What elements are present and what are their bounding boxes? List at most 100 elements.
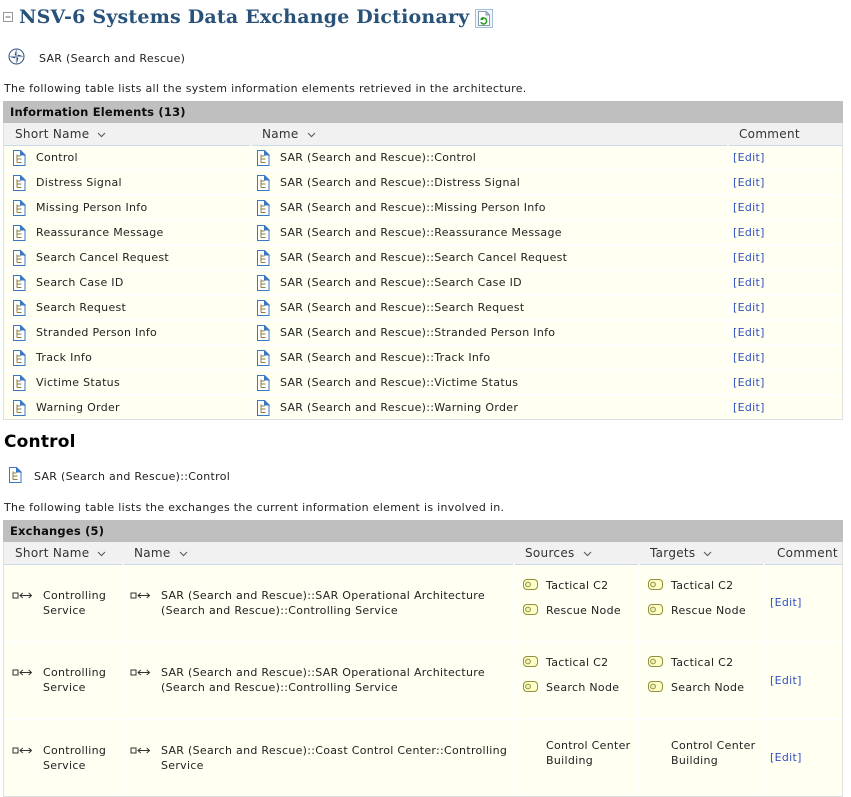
column-header-sources[interactable]: Sources xyxy=(514,542,639,565)
info-element-short-name: Search Case ID xyxy=(36,276,124,289)
document-icon xyxy=(12,375,26,391)
edit-comment-link[interactable]: [Edit] xyxy=(733,176,765,189)
target-item: Search Node xyxy=(640,680,763,695)
info-element-name: SAR (Search and Rescue)::Search Case ID xyxy=(280,276,522,289)
sort-icon[interactable] xyxy=(97,127,106,141)
page-title: NSV-6 Systems Data Exchange Dictionary xyxy=(19,5,469,29)
info-elements-intro: The following table lists all the system… xyxy=(4,82,843,95)
info-element-row: Stranded Person InfoSAR (Search and Resc… xyxy=(4,320,842,345)
document-icon xyxy=(12,175,26,191)
document-icon xyxy=(8,467,22,486)
architecture-subject-label: SAR (Search and Rescue) xyxy=(39,52,185,65)
exchange-short-name: Controlling Service xyxy=(43,665,122,695)
exchange-short-name: Controlling Service xyxy=(43,743,122,773)
edit-comment-link[interactable]: [Edit] xyxy=(733,326,765,339)
column-header-short-name[interactable]: Short Name xyxy=(4,542,123,565)
info-element-name: SAR (Search and Rescue)::Victime Status xyxy=(280,376,518,389)
edit-comment-link[interactable]: [Edit] xyxy=(733,351,765,364)
source-label: Rescue Node xyxy=(546,603,621,618)
target-label: Tactical C2 xyxy=(671,655,733,670)
info-element-row: Reassurance MessageSAR (Search and Rescu… xyxy=(4,220,842,245)
edit-comment-link[interactable]: [Edit] xyxy=(770,751,802,764)
source-label: Tactical C2 xyxy=(546,578,608,593)
column-header-short-name[interactable]: Short Name xyxy=(4,123,251,146)
source-item: Control Center Building xyxy=(515,738,638,768)
edit-comment-link[interactable]: [Edit] xyxy=(733,276,765,289)
info-element-name: SAR (Search and Rescue)::Stranded Person… xyxy=(280,326,555,339)
exchange-name: SAR (Search and Rescue)::Coast Control C… xyxy=(161,743,513,773)
sort-icon[interactable] xyxy=(703,546,712,560)
info-element-short-name: Search Cancel Request xyxy=(36,251,169,264)
exchange-arrow-icon xyxy=(12,667,33,678)
information-elements-caption: Information Elements (13) xyxy=(3,101,843,123)
sort-icon[interactable] xyxy=(179,546,188,560)
collapse-icon[interactable] xyxy=(3,12,13,25)
sort-icon[interactable] xyxy=(97,546,106,560)
info-element-name: SAR (Search and Rescue)::Missing Person … xyxy=(280,201,546,214)
architecture-subject: SAR (Search and Rescue) xyxy=(8,49,843,67)
document-icon xyxy=(256,200,270,216)
information-elements-table: Information Elements (13) Short Name Nam… xyxy=(3,101,843,420)
info-element-name: SAR (Search and Rescue)::Search Request xyxy=(280,301,524,314)
exchange-short-name: Controlling Service xyxy=(43,588,122,618)
exchange-row: Controlling Service SAR (Search and Rescu… xyxy=(4,642,842,719)
exchange-name: SAR (Search and Rescue)::SAR Operational… xyxy=(161,665,513,695)
document-icon xyxy=(256,325,270,341)
edit-comment-link[interactable]: [Edit] xyxy=(770,596,802,609)
column-header-targets[interactable]: Targets xyxy=(639,542,764,565)
column-header-comment: Comment xyxy=(764,542,842,565)
exchange-row: Controlling Service SAR (Search and Rescu… xyxy=(4,565,842,642)
info-element-row: ControlSAR (Search and Rescue)::Control[… xyxy=(4,146,842,171)
exchanges-caption: Exchanges (5) xyxy=(3,520,843,542)
refresh-report-icon[interactable] xyxy=(475,9,493,28)
document-icon xyxy=(12,325,26,341)
edit-comment-link[interactable]: [Edit] xyxy=(733,301,765,314)
info-element-name: SAR (Search and Rescue)::Track Info xyxy=(280,351,490,364)
node-icon xyxy=(648,656,663,667)
info-element-short-name: Missing Person Info xyxy=(36,201,148,214)
info-element-name: SAR (Search and Rescue)::Distress Signal xyxy=(280,176,520,189)
edit-comment-link[interactable]: [Edit] xyxy=(770,674,802,687)
target-label: Tactical C2 xyxy=(671,578,733,593)
info-element-row: Distress Signal SAR (Search and Rescue)::… xyxy=(4,170,842,195)
info-element-short-name: Distress Signal xyxy=(36,176,122,189)
node-icon xyxy=(648,681,663,692)
edit-comment-link[interactable]: [Edit] xyxy=(733,226,765,239)
column-header-name[interactable]: Name xyxy=(123,542,514,565)
exchange-row: Controlling Service SAR (Search and Rescu… xyxy=(4,719,842,796)
source-item: Tactical C2 xyxy=(515,655,638,670)
info-element-row: Warning OrderSAR (Search and Rescue)::Wa… xyxy=(4,395,842,419)
sort-icon[interactable] xyxy=(583,546,592,560)
document-icon xyxy=(12,150,26,166)
target-item: Tactical C2 xyxy=(640,578,763,593)
document-icon xyxy=(12,200,26,216)
sort-icon[interactable] xyxy=(307,127,316,141)
document-icon xyxy=(256,175,270,191)
title-line: NSV-6 Systems Data Exchange Dictionary xyxy=(3,5,843,29)
node-icon xyxy=(648,579,663,590)
info-element-short-name: Warning Order xyxy=(36,401,120,414)
node-icon xyxy=(523,579,538,590)
document-icon xyxy=(256,250,270,266)
edit-comment-link[interactable]: [Edit] xyxy=(733,401,765,414)
edit-comment-link[interactable]: [Edit] xyxy=(733,151,765,164)
exchanges-intro: The following table lists the exchanges … xyxy=(4,501,843,514)
document-icon xyxy=(256,150,270,166)
info-table-header-row: Short Name Name Comment xyxy=(4,123,842,146)
exchange-name: SAR (Search and Rescue)::SAR Operational… xyxy=(161,588,513,618)
info-element-short-name: Control xyxy=(36,151,78,164)
info-element-name: SAR (Search and Rescue)::Reassurance Mes… xyxy=(280,226,562,239)
source-item: Rescue Node xyxy=(515,603,638,618)
exchange-arrow-icon xyxy=(130,667,151,678)
edit-comment-link[interactable]: [Edit] xyxy=(733,251,765,264)
info-element-row: Track InfoSAR (Search and Rescue)::Track… xyxy=(4,345,842,370)
source-label: Search Node xyxy=(546,680,619,695)
column-header-name[interactable]: Name xyxy=(251,123,728,146)
edit-comment-link[interactable]: [Edit] xyxy=(733,201,765,214)
target-item: Rescue Node xyxy=(640,603,763,618)
document-icon xyxy=(12,400,26,416)
info-element-row: Search RequestSAR (Search and Rescue)::S… xyxy=(4,295,842,320)
exchange-arrow-icon xyxy=(130,590,151,601)
edit-comment-link[interactable]: [Edit] xyxy=(733,376,765,389)
info-element-row: Missing Person Info SAR (Search and Rescu… xyxy=(4,195,842,220)
